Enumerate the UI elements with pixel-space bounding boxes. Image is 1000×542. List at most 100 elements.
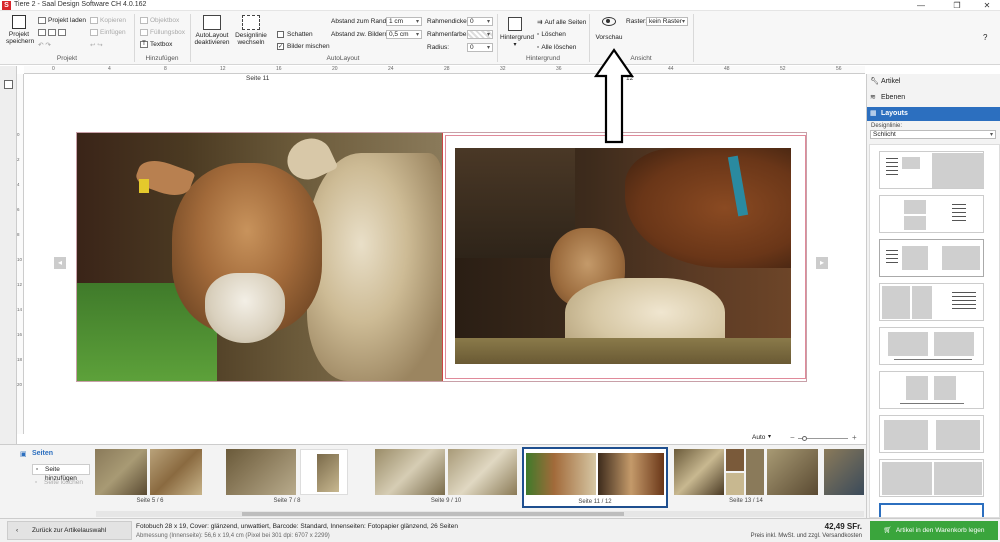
page-label-left: Seite 11 [246, 75, 270, 82]
eye-icon [602, 17, 616, 26]
layout-thumbnail[interactable] [879, 283, 984, 321]
save-icon [12, 15, 26, 29]
ground [455, 338, 791, 364]
load-project-button[interactable]: Projekt laden [38, 17, 86, 24]
grid-select[interactable]: kein Raster [646, 17, 688, 26]
group-label-background: Hintergrund [526, 55, 560, 62]
zoom-out-icon[interactable]: − [790, 433, 795, 442]
ruler-tick-label: 48 [724, 66, 730, 72]
import-icon[interactable] [48, 29, 56, 36]
undo-icon[interactable]: ↶ [38, 42, 43, 49]
back-to-article-selection-button[interactable]: ‹ Zurück zur Artikelauswahl [7, 521, 132, 540]
ruler-tick-label: 12 [220, 66, 226, 72]
spread-label: Seite 7 / 8 [273, 498, 301, 504]
layout-list[interactable] [869, 144, 1000, 518]
ruler-tick-label: 28 [444, 66, 450, 72]
redo-icon[interactable]: ↷ [45, 42, 50, 49]
status-bar: Fotobuch 28 x 19, Cover: glänzend, unwat… [0, 518, 1000, 542]
layout-thumbnail[interactable] [879, 415, 984, 453]
pages-scrollbar-thumb[interactable] [242, 512, 624, 516]
zoom-value[interactable]: Auto [752, 434, 765, 441]
layout-thumbnail[interactable] [879, 459, 984, 497]
ruler-horizontal: 048121620242832364044485256 [24, 66, 865, 74]
minimize-button[interactable]: — [910, 0, 932, 11]
pages-scrollbar[interactable] [96, 511, 864, 517]
tab-layouts[interactable]: ▦ Layouts [867, 107, 1000, 121]
delete-all-icon: ▫ [537, 44, 540, 51]
redo-arrow-icon: ↪ [97, 42, 103, 49]
add-page-button[interactable]: ▫ Seite hinzufügen [32, 464, 90, 482]
goat-muzzle [205, 273, 285, 343]
help-icon[interactable]: ? [983, 33, 987, 42]
group-label-add: Hinzufügen [145, 55, 179, 62]
canvas[interactable]: Seite 11 12 ◂ ▸ [24, 48, 865, 434]
copy-button[interactable]: Kopieren [90, 17, 126, 24]
delete-background-button[interactable]: ▫ Löschen [537, 31, 566, 38]
layout-thumbnail[interactable] [879, 195, 984, 233]
frame-color-picker[interactable] [467, 30, 493, 39]
previous-page-button[interactable]: ◂ [54, 257, 66, 269]
ruler-tick-label: 14 [17, 307, 23, 312]
photo-goat-left[interactable] [77, 133, 442, 381]
delete-all-backgrounds-button[interactable]: ▫ Alle löschen [537, 44, 576, 51]
photo-goats-right[interactable] [455, 148, 791, 364]
autolayout-toggle-button[interactable]: AutoLayout deaktivieren [194, 15, 230, 46]
frame-thickness-label: Rahmendicke: [427, 18, 469, 25]
ear-tag [139, 179, 149, 193]
add-to-cart-button[interactable]: 🛒︎ Artikel in den Warenkorb legen [870, 521, 998, 540]
fill-box-button[interactable]: Füllungsbox [140, 29, 185, 36]
ruler-tick-label: 20 [17, 382, 23, 387]
spread-thumbnail[interactable] [824, 449, 864, 495]
layout-thumbnail[interactable] [879, 151, 984, 189]
chevron-left-icon: ‹ [16, 527, 19, 534]
radius-select[interactable]: 0 [467, 43, 493, 52]
right-panel: 🔧︎ Artikel ≋ Ebenen ▦ Layouts Designlinie: … [866, 74, 1000, 518]
layout-thumbnail[interactable] [879, 327, 984, 365]
layout-thumbnail[interactable] [879, 371, 984, 409]
layout-thumbnail[interactable] [879, 239, 984, 277]
ruler-tick-label: 44 [668, 66, 674, 72]
margin-label: Abstand zum Rand: [331, 18, 389, 25]
spread-thumbnail[interactable] [226, 449, 348, 499]
spread-thumbnail[interactable] [674, 449, 818, 499]
chevron-down-icon: ▾ [513, 42, 517, 48]
object-box-button[interactable]: Objektbox [140, 17, 179, 24]
zoom-slider-handle[interactable] [802, 436, 807, 441]
delete-page-button[interactable]: ▫ Seite löschen [32, 479, 83, 486]
save-project-button[interactable]: Projekt speichern [6, 15, 34, 45]
ruler-tick-label: 8 [164, 66, 167, 72]
tool-icon[interactable] [4, 80, 13, 89]
close-button[interactable]: ✕ [976, 0, 998, 11]
spread-thumbnail[interactable] [95, 449, 205, 499]
background-button[interactable]: Hintergrund ▾ [500, 17, 534, 48]
print-icon[interactable] [58, 29, 66, 36]
callout-arrow-icon [594, 48, 634, 144]
maximize-button[interactable]: ❐ [946, 0, 968, 11]
zoom-in-icon[interactable]: + [852, 433, 857, 442]
next-page-button[interactable]: ▸ [816, 257, 828, 269]
gap-select[interactable]: 0,5 cm [386, 30, 422, 39]
price: 42,49 SFr. [824, 522, 862, 531]
spread-thumbnail[interactable] [375, 449, 517, 499]
apply-all-pages-button[interactable]: ⇉ Auf alle Seiten [537, 18, 586, 26]
paste-button[interactable]: Einfügen [90, 29, 126, 36]
frame-thickness-select[interactable]: 0 [467, 17, 493, 26]
design-line-icon [242, 15, 260, 30]
export-icon[interactable] [38, 29, 46, 36]
object-box-icon [140, 17, 148, 24]
ruler-tick-label: 0 [52, 66, 55, 72]
design-line-select[interactable]: Schlicht [870, 130, 996, 139]
text-box-button[interactable]: T Textbox [140, 41, 172, 48]
shadow-checkbox[interactable]: Schatten [277, 31, 313, 38]
layouts-icon: ▦ [870, 110, 877, 117]
page-spread[interactable] [76, 132, 807, 382]
tab-layers[interactable]: ≋ Ebenen [867, 91, 1000, 105]
layout-thumbnail-selected[interactable] [879, 503, 984, 517]
margin-select[interactable]: 1 cm [386, 17, 422, 26]
ruler-tick-label: 36 [556, 66, 562, 72]
preview-button[interactable]: Vorschau [594, 17, 624, 41]
design-line-button[interactable]: Designlinie wechseln [234, 15, 268, 46]
tab-articles[interactable]: 🔧︎ Artikel [867, 75, 1000, 89]
mix-images-checkbox[interactable]: ✓ Bilder mischen [277, 43, 330, 50]
group-label-project: Projekt [56, 55, 78, 62]
